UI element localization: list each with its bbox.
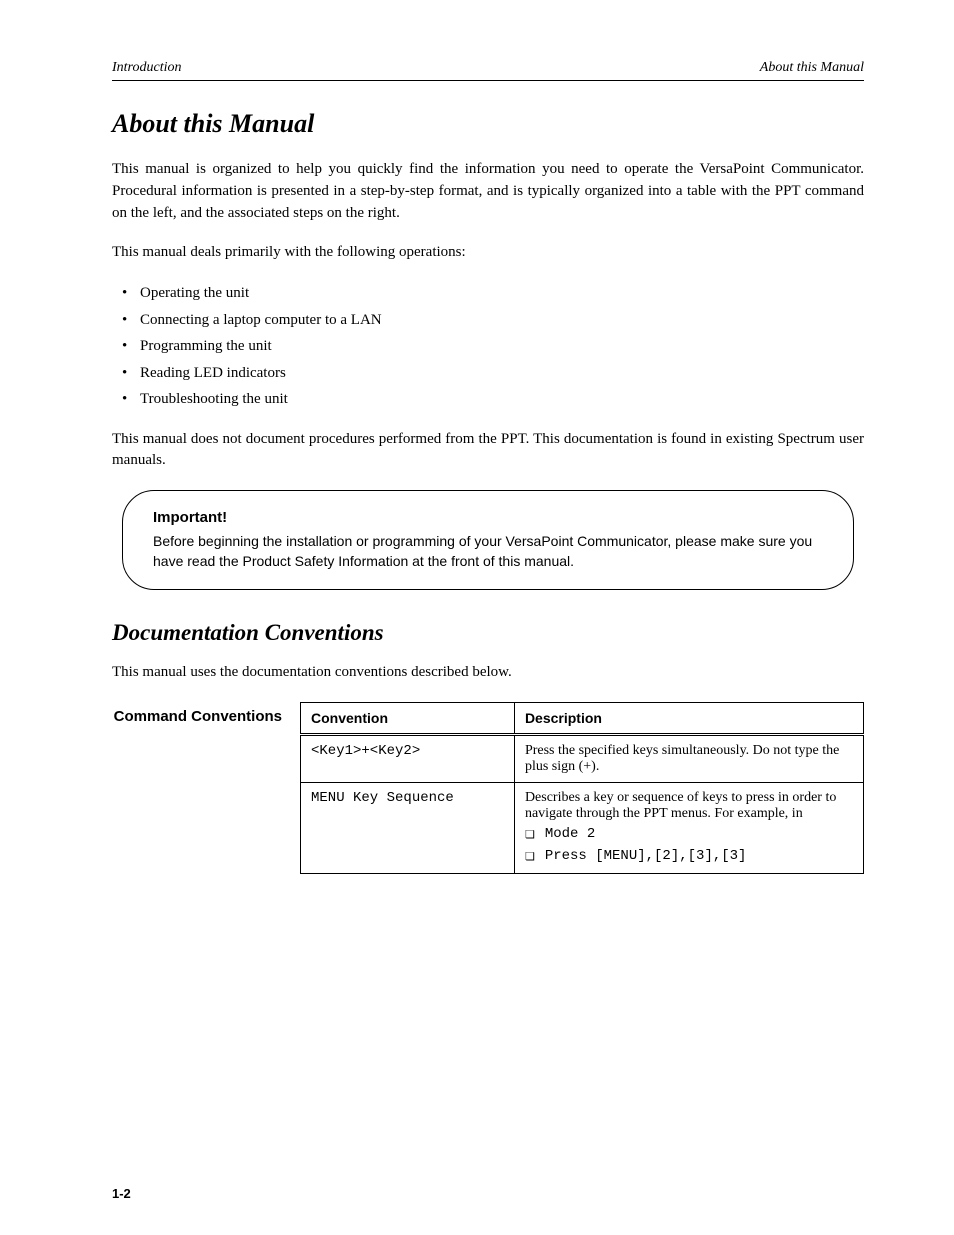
running-head-right: About this Manual [760,60,864,76]
list-item: Connecting a laptop computer to a LAN [140,309,864,332]
description-cell: Press the specified keys simultaneously.… [514,734,863,782]
bullet-square-icon: ❏ [525,848,535,866]
page-number: 1-2 [112,1186,131,1201]
table-header-convention: Convention [301,702,515,734]
callout-title: Important! [153,509,823,526]
convention-cell: <Key1>+<Key2> [301,734,515,782]
conventions-block-label: Command Conventions [112,702,282,725]
conventions-table: Convention Description <Key1>+<Key2> Pre… [300,702,864,874]
section-heading-about: About this Manual [112,109,864,139]
running-head-left: Introduction [112,60,181,76]
paragraph-overview: This manual is organized to help you qui… [112,159,864,224]
operations-list: Operating the unit Connecting a laptop c… [112,282,864,411]
table-header-description: Description [514,702,863,734]
paragraph-scope-note: This manual does not document procedures… [112,429,864,473]
description-text: Describes a key or sequence of keys to p… [525,790,836,821]
table-row: <Key1>+<Key2> Press the specified keys s… [301,734,864,782]
description-cell: Describes a key or sequence of keys to p… [514,782,863,873]
list-item: Operating the unit [140,282,864,305]
important-callout: Important! Before beginning the installa… [122,490,854,590]
callout-text: Before beginning the installation or pro… [153,532,823,571]
bullet-square-icon: ❏ [525,826,535,844]
convention-cell: MENU Key Sequence [301,782,515,873]
section-heading-conventions: Documentation Conventions [112,620,864,646]
header-rule [112,80,864,81]
paragraph-conventions-intro: This manual uses the documentation conve… [112,662,864,684]
list-item: Programming the unit [140,335,864,358]
list-item: Reading LED indicators [140,362,864,385]
table-row: MENU Key Sequence Describes a key or seq… [301,782,864,873]
note-text: Press [MENU],[2],[3],[3] [545,848,747,864]
list-item: Troubleshooting the unit [140,388,864,411]
paragraph-operations-intro: This manual deals primarily with the fol… [112,242,864,264]
note-text: Mode 2 [545,826,595,842]
